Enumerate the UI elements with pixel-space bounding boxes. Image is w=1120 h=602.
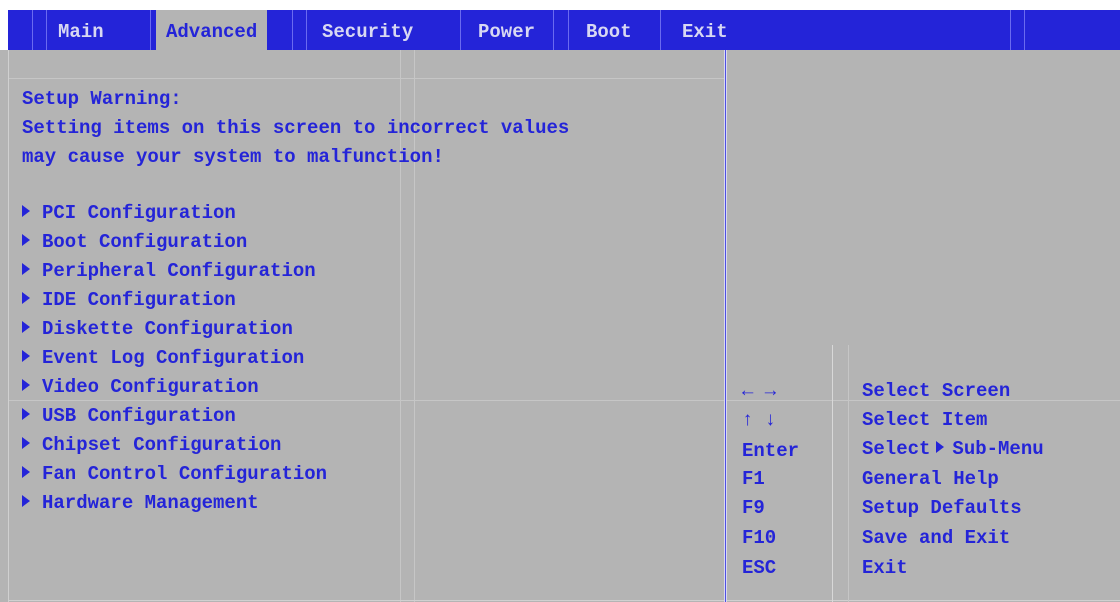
menu-item-label: Boot Configuration <box>42 231 248 253</box>
submenu-arrow-icon <box>22 379 30 391</box>
menu-item-label: Event Log Configuration <box>42 347 305 369</box>
key-esc: ESC <box>742 557 777 579</box>
tab-security[interactable]: Security <box>322 10 413 50</box>
menu-item-label: PCI Configuration <box>42 202 236 224</box>
tab-main[interactable]: Main <box>58 10 104 50</box>
key-desc-setup-defaults: Setup Defaults <box>862 497 1022 519</box>
submenu-arrow-icon <box>22 437 30 449</box>
tab-separator <box>460 10 461 50</box>
key-f9: F9 <box>742 497 765 519</box>
tab-separator <box>150 10 151 50</box>
key-left-right: ← → <box>742 380 777 402</box>
grid-line <box>8 400 724 401</box>
menu-item-label: Hardware Management <box>42 492 259 514</box>
key-desc-select-item: Select Item <box>862 409 988 431</box>
grid-line <box>8 50 9 602</box>
tab-separator <box>1024 10 1025 50</box>
submenu-arrow-icon <box>22 495 30 507</box>
tab-separator <box>568 10 569 50</box>
menu-item-hardware-management[interactable]: Hardware Management <box>22 491 259 515</box>
menu-item-label: Video Configuration <box>42 376 259 398</box>
menu-item-chipset-configuration[interactable]: Chipset Configuration <box>22 433 281 457</box>
key-desc-exit: Exit <box>862 557 908 579</box>
menu-item-video-configuration[interactable]: Video Configuration <box>22 375 259 399</box>
tab-advanced[interactable]: Advanced <box>156 10 268 50</box>
submenu-arrow-icon <box>22 466 30 478</box>
key-desc-general-help: General Help <box>862 468 999 490</box>
tab-separator <box>1010 10 1011 50</box>
menu-item-ide-configuration[interactable]: IDE Configuration <box>22 288 236 312</box>
tab-separator <box>46 10 47 50</box>
key-enter: Enter <box>742 440 800 462</box>
tab-separator <box>553 10 554 50</box>
warning-text-line2: may cause your system to malfunction! <box>22 146 444 168</box>
submenu-arrow-icon <box>22 350 30 362</box>
key-desc-save-and-exit: Save and Exit <box>862 527 1011 549</box>
menu-item-label: Fan Control Configuration <box>42 463 328 485</box>
key-up-down: ↑ ↓ <box>742 409 777 431</box>
submenu-arrow-icon <box>22 234 30 246</box>
warning-text-line1: Setting items on this screen to incorrec… <box>22 117 570 139</box>
key-desc-submenu-label: Sub-Menu <box>952 438 1044 460</box>
menu-item-label: Chipset Configuration <box>42 434 282 456</box>
menu-item-label: IDE Configuration <box>42 289 236 311</box>
tab-boot[interactable]: Boot <box>586 10 632 50</box>
tab-power[interactable]: Power <box>478 10 535 50</box>
menu-item-label: USB Configuration <box>42 405 236 427</box>
menu-item-pci-configuration[interactable]: PCI Configuration <box>22 201 236 225</box>
tab-separator <box>660 10 661 50</box>
submenu-arrow-icon <box>22 321 30 333</box>
menu-item-boot-configuration[interactable]: Boot Configuration <box>22 230 247 254</box>
submenu-arrow-icon <box>22 205 30 217</box>
menu-item-usb-configuration[interactable]: USB Configuration <box>22 404 236 428</box>
tab-separator <box>32 10 33 50</box>
tab-exit[interactable]: Exit <box>682 10 728 50</box>
submenu-arrow-icon <box>22 263 30 275</box>
key-f1: F1 <box>742 468 765 490</box>
submenu-arrow-icon <box>22 292 30 304</box>
menu-item-event-log-configuration[interactable]: Event Log Configuration <box>22 346 304 370</box>
help-separator <box>848 345 849 602</box>
tab-separator <box>306 10 307 50</box>
panel-divider-line <box>725 50 726 602</box>
warning-title: Setup Warning: <box>22 88 182 110</box>
grid-line <box>8 78 724 79</box>
grid-line <box>8 600 1120 601</box>
submenu-arrow-icon <box>936 441 945 453</box>
key-desc-select-label: Select <box>862 438 931 460</box>
help-separator <box>832 345 833 602</box>
bios-setup-screen: Main Advanced Security Power Boot Exit S… <box>0 0 1120 602</box>
key-desc-select-screen: Select Screen <box>862 380 1011 402</box>
menu-item-label: Diskette Configuration <box>42 318 293 340</box>
key-f10: F10 <box>742 527 777 549</box>
menu-item-peripheral-configuration[interactable]: Peripheral Configuration <box>22 259 316 283</box>
tab-separator <box>292 10 293 50</box>
menu-item-fan-control-configuration[interactable]: Fan Control Configuration <box>22 462 327 486</box>
submenu-arrow-icon <box>22 408 30 420</box>
menu-item-label: Peripheral Configuration <box>42 260 316 282</box>
key-desc-select-submenu: Select Sub-Menu <box>862 437 1044 461</box>
menu-item-diskette-configuration[interactable]: Diskette Configuration <box>22 317 293 341</box>
